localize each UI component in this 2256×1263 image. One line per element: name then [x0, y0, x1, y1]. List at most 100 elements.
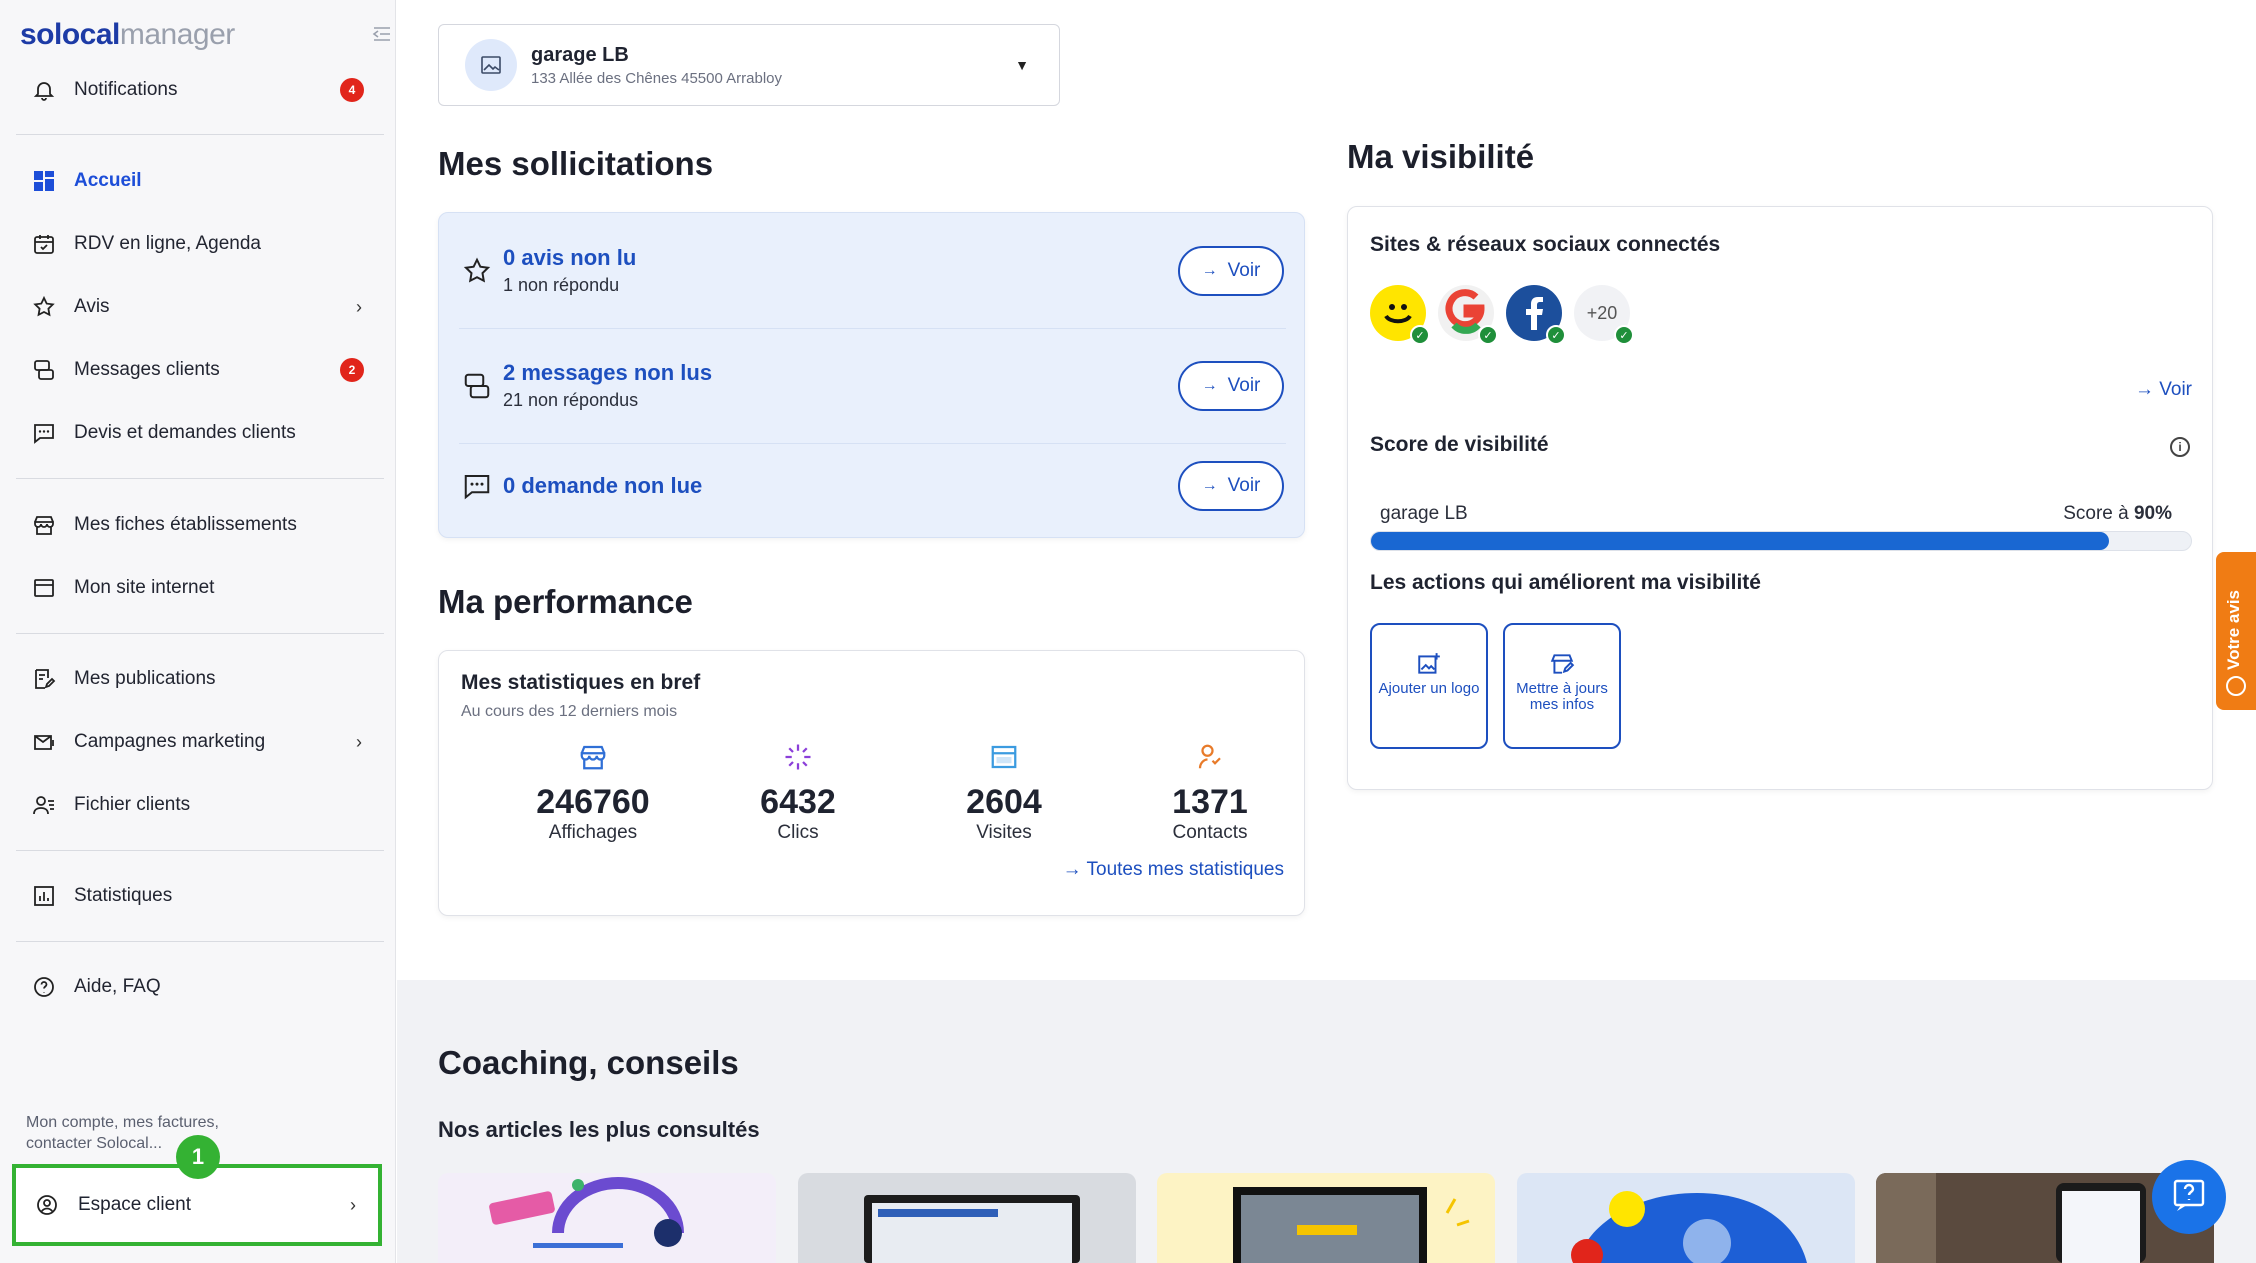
score-label: Score à 90%	[2063, 503, 2172, 524]
info-icon[interactable]: i	[2170, 437, 2190, 457]
check-icon: ✓	[1546, 325, 1566, 345]
check-icon: ✓	[1614, 325, 1634, 345]
chat-dots-icon	[459, 471, 495, 501]
voir-demandes-button[interactable]: → Voir	[1178, 460, 1284, 511]
score-progress-fill	[1371, 532, 2109, 550]
stat-affichages: 246760 Affichages	[503, 739, 683, 844]
mail-send-icon	[14, 730, 74, 754]
sidebar-item-agenda[interactable]: RDV en ligne, Agenda	[14, 216, 384, 272]
feedback-chat-icon	[2226, 676, 2246, 696]
sidebar-item-messages[interactable]: Messages clients 2	[14, 342, 384, 398]
stat-clics: 6432 Clics	[708, 739, 888, 844]
solicitation-title[interactable]: 0 demande non lue	[503, 473, 1178, 499]
networks-title: Sites & réseaux sociaux connectés	[1370, 233, 1721, 256]
help-circle-icon	[14, 975, 74, 999]
sidebar-item-statistiques[interactable]: Statistiques	[14, 868, 384, 924]
arrow-right-icon: →	[1201, 261, 1218, 279]
messages-icon	[459, 371, 495, 401]
chat-dots-icon	[14, 421, 74, 445]
feedback-tab[interactable]: Votre avis	[2216, 552, 2256, 710]
article-thumbnail[interactable]	[438, 1173, 776, 1263]
business-image-icon	[465, 39, 517, 91]
sidebar-item-campagnes[interactable]: Campagnes marketing ›	[14, 714, 384, 770]
solicitation-subtitle: 1 non répondu	[503, 275, 620, 295]
star-icon	[459, 256, 495, 286]
update-info-button[interactable]: Mettre à jours mes infos	[1503, 623, 1621, 749]
solicitation-title[interactable]: 2 messages non lus	[503, 360, 1178, 386]
step-marker: 1	[176, 1135, 220, 1179]
edit-store-icon	[1505, 651, 1619, 681]
add-image-icon	[1372, 651, 1486, 681]
bell-icon	[14, 78, 74, 102]
collapse-sidebar-icon[interactable]	[372, 26, 392, 42]
business-selector[interactable]: garage LB 133 Allée des Chênes 45500 Arr…	[438, 24, 1060, 106]
article-thumbnail[interactable]	[1517, 1173, 1855, 1263]
dropdown-caret-icon: ▼	[1015, 57, 1029, 73]
coaching-subtitle: Nos articles les plus consultés	[438, 1117, 760, 1142]
bar-chart-icon	[14, 884, 74, 908]
check-icon: ✓	[1478, 325, 1498, 345]
solicitation-title[interactable]: 0 avis non lu	[503, 245, 1178, 271]
chevron-right-icon: ›	[350, 1194, 356, 1215]
performance-card: Mes statistiques en bref Au cours des 12…	[438, 650, 1305, 916]
sidebar-item-fiches[interactable]: Mes fiches établissements	[14, 497, 384, 553]
solicitations-card: 0 avis non lu 1 non répondu → Voir 2 mess…	[438, 212, 1305, 538]
browser-icon	[914, 739, 1094, 775]
messages-badge: 2	[340, 358, 364, 382]
calendar-icon	[14, 232, 74, 256]
pagesjaunes-logo-icon[interactable]: ✓	[1370, 285, 1430, 345]
article-thumbnail[interactable]	[798, 1173, 1136, 1263]
star-icon	[14, 295, 74, 319]
arrow-right-icon: →	[2134, 379, 2160, 400]
score-progress-bar	[1370, 531, 2192, 551]
coaching-title: Coaching, conseils	[438, 1044, 739, 1081]
sidebar-item-notifications[interactable]: Notifications 4	[14, 62, 384, 118]
article-thumbnail[interactable]	[1157, 1173, 1495, 1263]
sidebar-item-devis[interactable]: Devis et demandes clients	[14, 405, 384, 461]
sidebar-item-publications[interactable]: Mes publications	[14, 651, 384, 707]
sidebar-item-accueil[interactable]: Accueil	[14, 153, 384, 209]
stat-contacts: 1371 Contacts	[1120, 739, 1300, 844]
solicitation-row-demandes: 0 demande non lue → Voir	[439, 428, 1306, 543]
stats-card-subtitle: Au cours des 12 derniers mois	[461, 703, 678, 720]
all-stats-link[interactable]: → Toutes mes statistiques	[1063, 859, 1284, 881]
score-business-name: garage LB	[1380, 503, 1468, 524]
sidebar-item-fichier-clients[interactable]: Fichier clients	[14, 777, 384, 833]
arrow-right-icon: →	[1201, 376, 1218, 394]
score-row: garage LB Score à 90%	[1380, 503, 2172, 525]
solicitations-title: Mes sollicitations	[438, 145, 714, 182]
browser-icon	[14, 576, 74, 600]
business-address: 133 Allée des Chênes 45500 Arrabloy	[531, 69, 783, 87]
notification-badge: 4	[340, 78, 364, 102]
voir-messages-button[interactable]: → Voir	[1178, 360, 1284, 411]
actions-title: Les actions qui améliorent ma visibilité	[1370, 571, 1761, 594]
sidebar: solocalmanager Notifications 4 Accueil R…	[0, 0, 396, 1263]
visibility-card: Sites & réseaux sociaux connectés ✓ ✓ ✓ …	[1347, 206, 2213, 790]
arrow-right-icon: →	[1062, 859, 1087, 880]
edit-document-icon	[14, 667, 74, 691]
help-chat-button[interactable]	[2152, 1160, 2226, 1234]
sidebar-item-aide[interactable]: Aide, FAQ	[14, 959, 384, 1015]
click-burst-icon	[708, 739, 888, 775]
more-networks-badge[interactable]: +20 ✓	[1574, 285, 1634, 345]
google-logo-icon[interactable]: ✓	[1438, 285, 1498, 345]
business-name: garage LB	[531, 43, 629, 66]
users-list-icon	[14, 793, 74, 817]
voir-avis-button[interactable]: → Voir	[1178, 245, 1284, 296]
store-icon	[503, 739, 683, 775]
solocal-logo[interactable]: solocalmanager	[20, 18, 235, 52]
contact-user-icon	[1120, 739, 1300, 775]
facebook-logo-icon[interactable]: ✓	[1506, 285, 1566, 345]
messages-icon	[14, 358, 74, 382]
solicitation-subtitle: 21 non répondus	[503, 390, 639, 410]
dashboard-icon	[14, 170, 74, 192]
check-icon: ✓	[1410, 325, 1430, 345]
sidebar-item-site[interactable]: Mon site internet	[14, 560, 384, 616]
chevron-right-icon: ›	[356, 731, 362, 752]
visibility-title: Ma visibilité	[1347, 138, 1535, 175]
networks-voir-link[interactable]: → Voir	[2135, 379, 2192, 401]
add-logo-button[interactable]: Ajouter un logo	[1370, 623, 1488, 749]
account-hint: Mon compte, mes factures, contacter Solo…	[26, 1114, 219, 1152]
sidebar-item-avis[interactable]: Avis ›	[14, 279, 384, 335]
user-circle-icon	[16, 1193, 78, 1217]
